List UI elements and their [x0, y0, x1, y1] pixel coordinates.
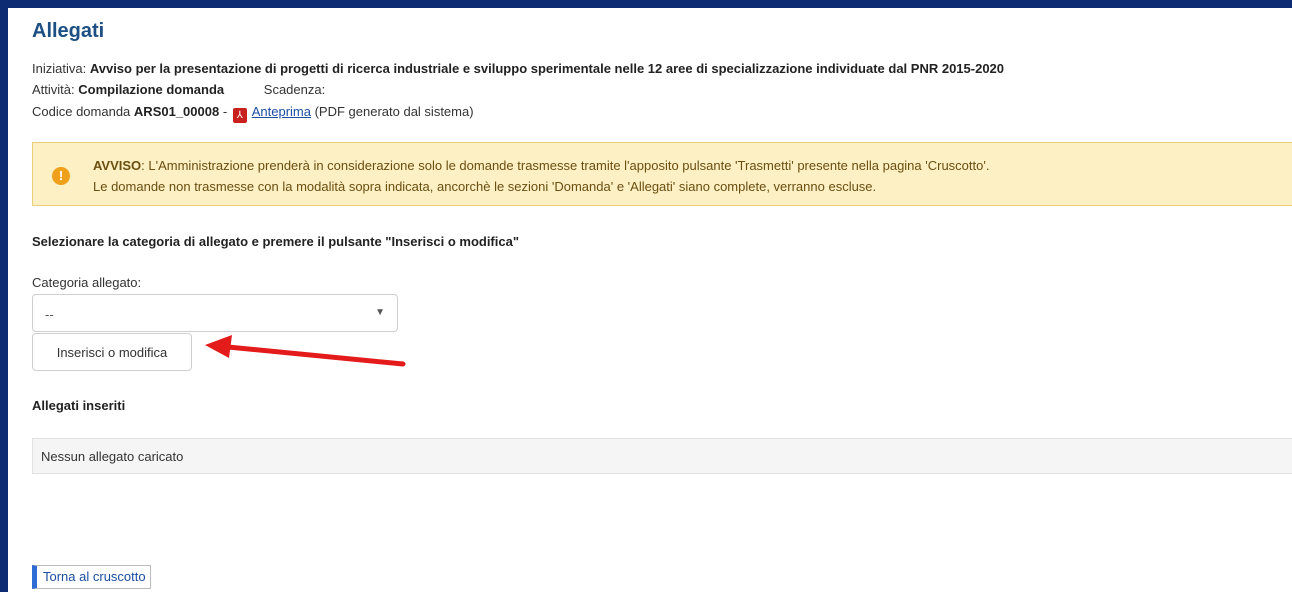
attachments-panel: Nessun allegato caricato — [32, 438, 1292, 474]
red-arrow-annotation — [205, 335, 406, 367]
back-to-dashboard-link[interactable]: Torna al cruscotto — [32, 565, 151, 589]
attachments-heading: Allegati inseriti — [32, 398, 126, 413]
attachments-empty-text: Nessun allegato caricato — [41, 449, 184, 464]
